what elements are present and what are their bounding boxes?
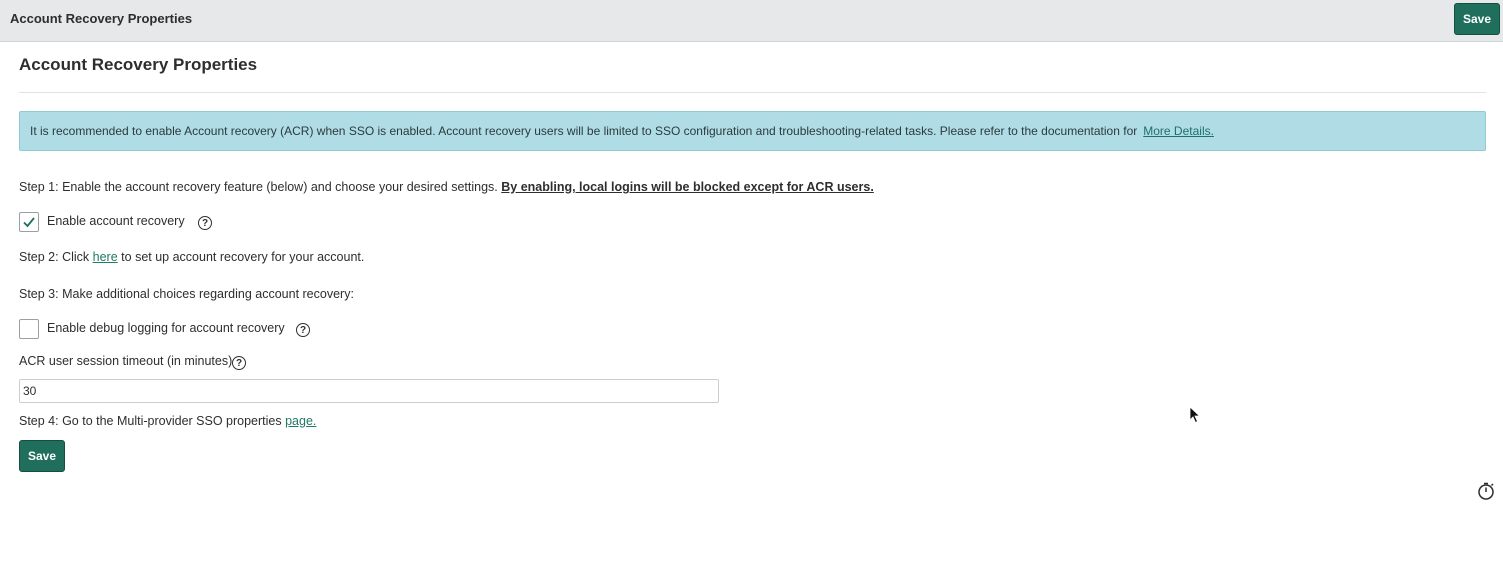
help-circle-icon[interactable]: ? [232, 356, 246, 370]
form-save-button[interactable]: Save [19, 440, 65, 472]
stopwatch-icon[interactable] [1476, 481, 1496, 501]
step-2-prefix: Step 2: Click [19, 250, 90, 264]
enable-account-recovery-checkbox[interactable] [19, 212, 39, 232]
checkmark-icon [23, 217, 35, 228]
debug-logging-label[interactable]: Enable debug logging for account recover… [47, 321, 285, 335]
step-4-text: Step 4: Go to the Multi-provider SSO pro… [19, 414, 316, 428]
timeout-label: ACR user session timeout (in minutes) [19, 354, 233, 368]
help-circle-icon[interactable]: ? [198, 216, 212, 230]
step-1-warning: By enabling, local logins will be blocke… [501, 180, 874, 194]
step-1-description: Step 1: Enable the account recovery feat… [19, 180, 498, 194]
info-alert: It is recommended to enable Account reco… [19, 111, 1486, 151]
top-bar: Account Recovery Properties Save [0, 0, 1503, 42]
top-bar-title: Account Recovery Properties [10, 11, 193, 26]
step-1-text: Step 1: Enable the account recovery feat… [19, 180, 874, 194]
header-save-button[interactable]: Save [1454, 3, 1500, 35]
step-2-text: Step 2: Click here to set up account rec… [19, 250, 364, 264]
help-circle-icon[interactable]: ? [296, 323, 310, 337]
mouse-pointer-icon [1189, 406, 1201, 424]
sso-properties-page-link[interactable]: page. [285, 414, 316, 428]
title-divider [19, 92, 1486, 93]
setup-here-link[interactable]: here [93, 250, 118, 264]
session-timeout-input[interactable] [19, 379, 719, 403]
enable-account-recovery-label[interactable]: Enable account recovery [47, 214, 185, 228]
page-title: Account Recovery Properties [19, 55, 258, 74]
more-details-link[interactable]: More Details. [1143, 124, 1214, 138]
alert-text: It is recommended to enable Account reco… [30, 124, 1138, 138]
step-3-text: Step 3: Make additional choices regardin… [19, 287, 354, 301]
debug-logging-checkbox[interactable] [19, 319, 39, 339]
step-2-suffix: to set up account recovery for your acco… [121, 250, 365, 264]
step-4-description: Step 4: Go to the Multi-provider SSO pro… [19, 414, 282, 428]
